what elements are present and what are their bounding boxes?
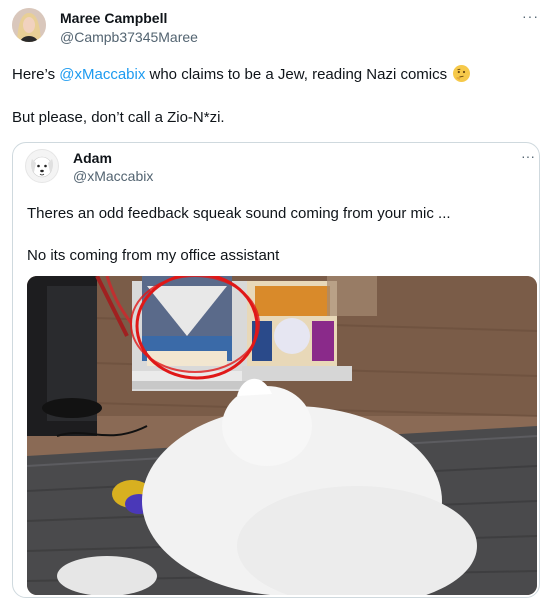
quoted-tweet[interactable]: Adam @xMaccabix ··· Theres an odd feedba… (12, 142, 540, 598)
quoted-author-avatar[interactable] (25, 149, 59, 183)
author-avatar[interactable] (12, 8, 46, 42)
quoted-more-icon[interactable]: ··· (521, 148, 535, 164)
post-text-suffix: who claims to be a Jew, reading Nazi com… (145, 66, 448, 83)
quoted-author-name[interactable]: Adam (73, 150, 112, 166)
author-avatar-image (12, 8, 46, 42)
quoted-author-handle[interactable]: @xMaccabix (73, 168, 153, 184)
quoted-text-line2: No its coming from my office assistant (27, 247, 280, 264)
author-name[interactable]: Maree Campbell (60, 10, 167, 26)
post-text-prefix: Here’s (12, 66, 60, 83)
mention-link[interactable]: @xMaccabix (59, 66, 145, 83)
quoted-text-line1: Theres an odd feedback squeak sound comi… (27, 205, 451, 222)
author-handle[interactable]: @Campb37345Maree (60, 29, 198, 45)
quoted-media-image[interactable] (27, 276, 537, 595)
post-text-line1: Here’s @xMaccabix who claims to be a Jew… (12, 65, 471, 85)
post-text-line2: But please, don’t call a Zio-N*zi. (12, 109, 225, 126)
dog-avatar-image (30, 156, 54, 178)
more-icon[interactable]: ··· (522, 8, 539, 24)
cat-with-comics-photo (27, 276, 537, 595)
thinking-face-icon (453, 65, 471, 82)
